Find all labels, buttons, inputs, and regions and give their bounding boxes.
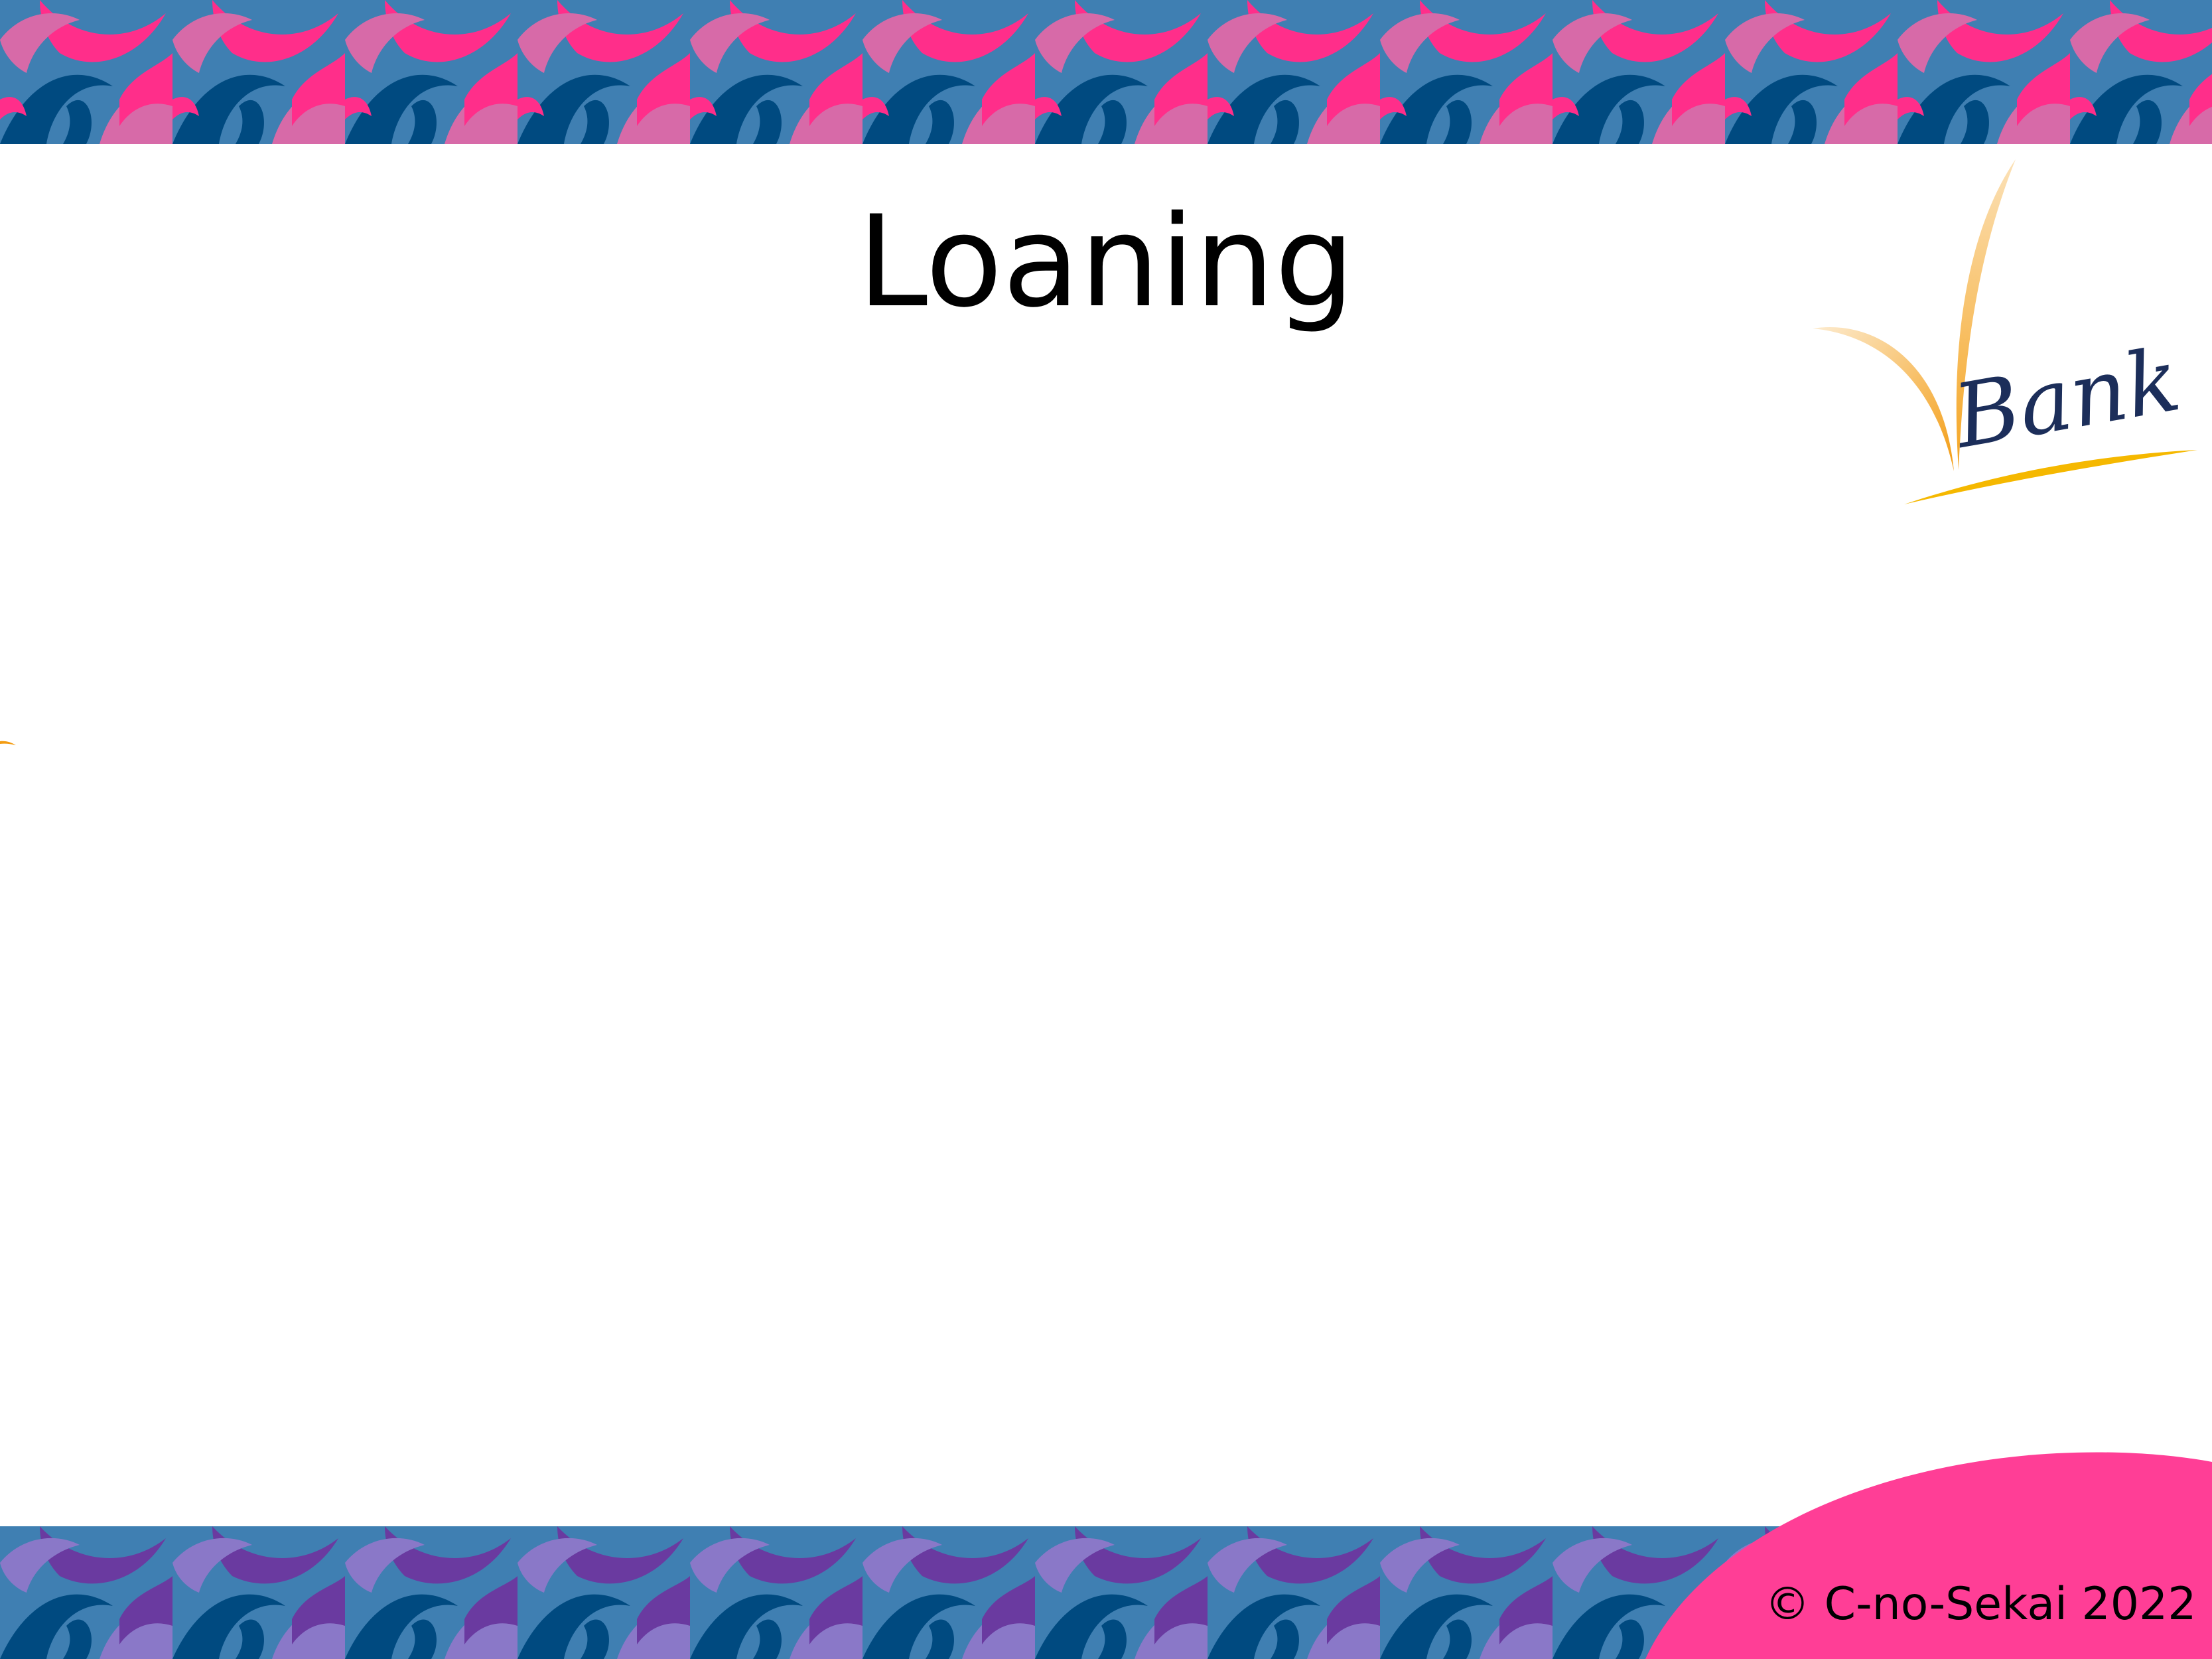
slide: Loaning Bank © C-no-Sekai 2022 bbox=[0, 0, 2212, 1659]
top-pattern-band bbox=[0, 0, 2212, 144]
edge-swoosh-mark bbox=[0, 741, 16, 745]
copyright-footer: © C-no-Sekai 2022 bbox=[1765, 1578, 2197, 1630]
vbank-logo: Bank bbox=[1805, 153, 2203, 511]
